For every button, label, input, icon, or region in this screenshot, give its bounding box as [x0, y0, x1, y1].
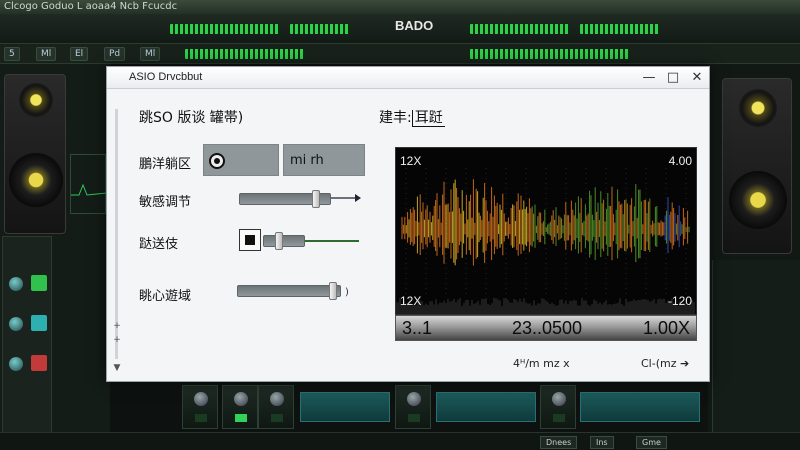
- heading-right-boxed: 耳跹: [411, 110, 445, 127]
- level-meter: [290, 24, 350, 34]
- dialog-title: ASIO Drvcbbut: [129, 71, 203, 83]
- stop-icon: [245, 235, 255, 245]
- mixer-channel[interactable]: [222, 385, 258, 429]
- solo-button[interactable]: [31, 315, 47, 331]
- time-readout: 23..0500: [512, 318, 583, 338]
- waveform-display: 12X 4.00 12X -120: [395, 147, 697, 315]
- dialog-titlebar: ASIO Drvcbbut — □ ✕: [107, 67, 709, 89]
- footer-text-right[interactable]: Cl-(mz ➔: [641, 357, 689, 370]
- maximize-icon[interactable]: □: [663, 69, 683, 87]
- section-heading-right: 建丰: 耳跹: [379, 107, 445, 127]
- channel-led: [195, 414, 207, 422]
- scope-line: [71, 183, 108, 196]
- toolbar-button[interactable]: Ml: [36, 47, 57, 61]
- knob-icon[interactable]: [234, 392, 248, 406]
- knob-icon[interactable]: [194, 392, 208, 406]
- woofer-icon: [729, 171, 787, 229]
- value-field[interactable]: mi rh: [283, 144, 365, 176]
- row-label: 眺心遊域: [139, 289, 192, 304]
- footer-text-left: 4ᵸ/m mz x: [513, 357, 570, 370]
- readout-strip: 3..1 23..0500 1.00X: [395, 315, 697, 341]
- wave-label-top-left: 12X: [400, 154, 422, 168]
- right-panel: [708, 64, 800, 450]
- close-icon[interactable]: ✕: [687, 69, 707, 87]
- level-meter: [470, 49, 630, 59]
- wave-label-bottom-right: -120: [667, 294, 692, 308]
- scroll-plus-icon[interactable]: +: [111, 335, 123, 345]
- chevron-right-icon: ): [345, 287, 349, 298]
- buffer-slider[interactable]: [237, 282, 341, 300]
- bottom-button[interactable]: Gme: [636, 436, 667, 449]
- minimize-icon[interactable]: —: [639, 69, 659, 87]
- level-meter: [185, 49, 305, 59]
- speaker-monitor: [722, 78, 792, 254]
- channel-led: [271, 414, 283, 422]
- stop-button[interactable]: [239, 229, 261, 251]
- slider-thumb[interactable]: [275, 232, 283, 250]
- mute-button[interactable]: [31, 275, 47, 291]
- record-button[interactable]: [31, 355, 47, 371]
- track-clip[interactable]: [436, 392, 536, 422]
- row-label: 鵬洋躺区: [139, 157, 192, 172]
- level-meter: [470, 24, 570, 34]
- arrow-right-icon: [331, 194, 361, 202]
- wave-label-bottom-left: 12X: [400, 294, 422, 308]
- level-meter: [580, 24, 660, 34]
- slider-thumb[interactable]: [312, 190, 320, 208]
- knob-icon[interactable]: [270, 392, 284, 406]
- level-meter: [170, 24, 280, 34]
- channel-led: [408, 414, 420, 422]
- track-area: [712, 260, 800, 450]
- channel-strip: [2, 236, 52, 446]
- zoom-readout: 1.00X: [642, 318, 690, 338]
- toolbar-button[interactable]: El: [70, 47, 89, 61]
- daw-status-bar: Dnees Ins Gme: [0, 432, 800, 450]
- asio-driver-dialog: ASIO Drvcbbut — □ ✕ + + ▼ 跳SO 版谈 罐帯) 建丰:…: [106, 66, 710, 382]
- device-select-field[interactable]: [203, 144, 279, 176]
- channel-led: [235, 414, 247, 422]
- speaker-monitor: [4, 74, 66, 234]
- mixer-channel[interactable]: [395, 385, 431, 429]
- heading-right-text: 建丰:: [379, 110, 412, 126]
- toolbar-button[interactable]: 5: [4, 47, 20, 61]
- bottom-button[interactable]: Dnees: [540, 436, 578, 449]
- track-clip[interactable]: [300, 392, 390, 422]
- knob-icon[interactable]: [9, 357, 23, 371]
- mixer-channel[interactable]: [182, 385, 218, 429]
- scroll-plus-icon[interactable]: +: [111, 321, 123, 331]
- bottom-button[interactable]: Ins: [590, 436, 614, 449]
- slider-thumb[interactable]: [329, 282, 337, 300]
- daw-window-title: Clcogo Goduo L aoaa4 Ncb Fcucdc: [0, 0, 800, 14]
- mini-scope: [70, 154, 108, 214]
- channel-led: [553, 414, 565, 422]
- row-label: 敏感调节: [139, 195, 192, 210]
- dialog-scrollbar[interactable]: + + ▼: [111, 109, 123, 377]
- tweeter-icon: [19, 83, 53, 117]
- toolbar-button[interactable]: Pd: [104, 47, 126, 61]
- record-icon: [209, 153, 225, 169]
- slider-line: [305, 240, 359, 242]
- toolbar-button[interactable]: Ml: [140, 47, 161, 61]
- section-heading: 跳SO 版谈 罐帯): [139, 110, 244, 126]
- knob-icon[interactable]: [9, 277, 23, 291]
- daw-toolbar: 5 Ml El Pd Ml: [0, 44, 800, 64]
- sensitivity-slider[interactable]: [239, 190, 331, 208]
- track-clip[interactable]: [580, 392, 700, 422]
- daw-app-name: BADO: [395, 18, 434, 33]
- left-panel: [0, 64, 110, 450]
- knob-icon[interactable]: [552, 392, 566, 406]
- tweeter-icon: [739, 89, 777, 127]
- daw-top-bar: BADO: [0, 14, 800, 44]
- knob-icon[interactable]: [9, 317, 23, 331]
- scroll-down-icon[interactable]: ▼: [111, 363, 123, 373]
- wave-label-top-right: 4.00: [668, 154, 692, 168]
- mixer-channel[interactable]: [540, 385, 576, 429]
- knob-icon[interactable]: [407, 392, 421, 406]
- waveform-svg: [395, 168, 695, 314]
- mixer-channel[interactable]: [258, 385, 294, 429]
- row-label: 跶送伎: [139, 237, 179, 252]
- latency-slider[interactable]: [263, 232, 305, 250]
- position-readout: 3..1: [402, 318, 433, 338]
- woofer-icon: [9, 153, 63, 207]
